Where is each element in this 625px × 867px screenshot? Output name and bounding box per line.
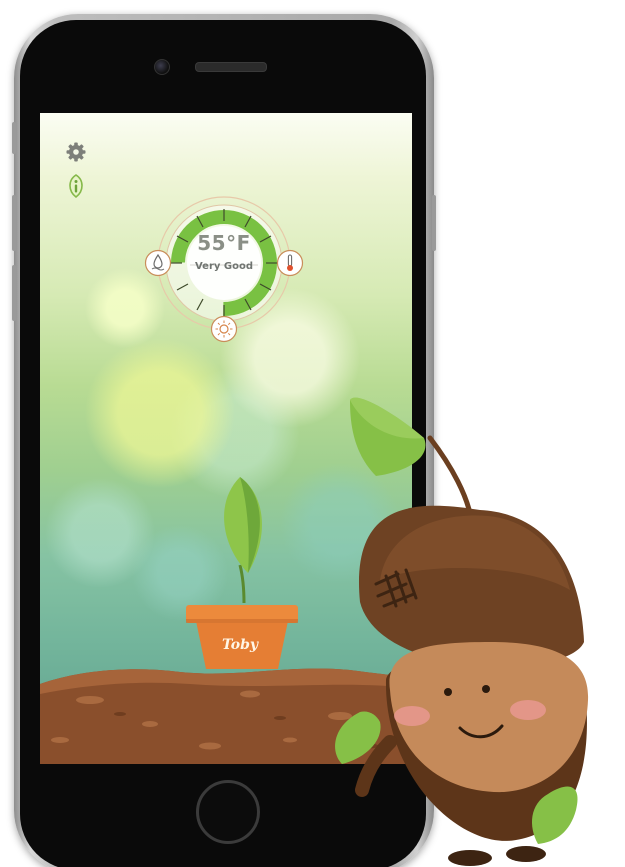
volume-down-button	[12, 265, 16, 321]
info-icon[interactable]	[66, 174, 86, 199]
plant-name-label: Toby	[221, 637, 259, 653]
sprout-illustration	[224, 477, 262, 604]
earpiece-speaker	[195, 62, 267, 72]
water-drop-icon[interactable]	[144, 249, 172, 277]
home-button[interactable]	[196, 780, 260, 844]
thermometer-icon[interactable]	[276, 249, 304, 277]
condition-gauge[interactable]: 55°F Very Good	[144, 183, 304, 343]
volume-up-button	[12, 195, 16, 251]
app-promo-scene: 55°F Very Good Toby	[0, 0, 625, 867]
power-button	[432, 195, 436, 251]
front-camera	[154, 59, 170, 75]
gear-icon[interactable]	[66, 142, 86, 162]
mute-switch	[12, 122, 16, 154]
acorn-mascot	[335, 397, 589, 866]
sun-icon[interactable]	[210, 315, 238, 343]
